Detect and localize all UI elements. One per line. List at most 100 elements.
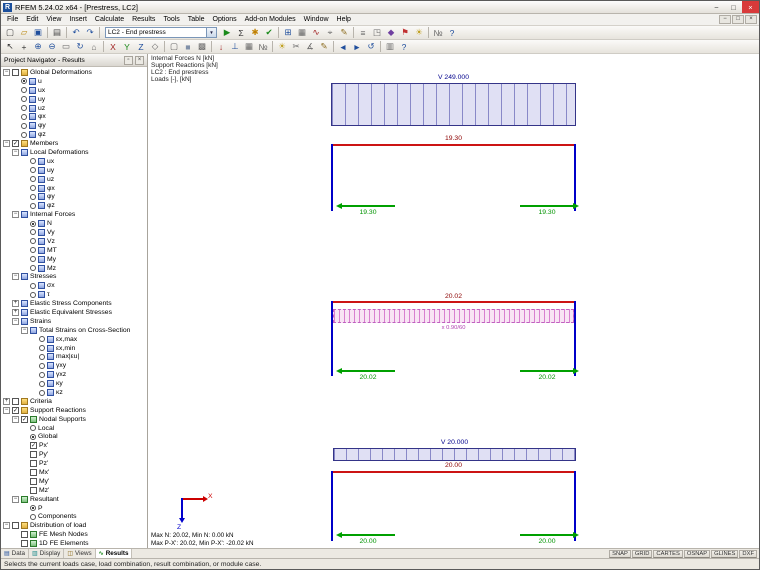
radio-z[interactable] — [39, 389, 45, 396]
tree-item-u[interactable]: u — [1, 77, 147, 86]
radio-xz[interactable] — [39, 371, 45, 378]
edit-icon[interactable]: ✎ — [337, 27, 351, 39]
annotate-icon[interactable]: ✎ — [317, 41, 331, 53]
radio-x-min[interactable] — [39, 345, 45, 352]
tree-item-criteria[interactable]: + Criteria — [1, 397, 147, 406]
checkbox-global-deformations[interactable] — [12, 68, 19, 76]
collapse-icon[interactable]: − — [3, 406, 10, 414]
tree-item-uy[interactable]: uy — [1, 166, 147, 175]
checkbox-mx[interactable] — [30, 469, 37, 477]
tree-item-x-max[interactable]: εx,max — [1, 335, 147, 344]
minimize-button[interactable]: − — [708, 1, 725, 13]
radio-max-u[interactable] — [39, 353, 45, 360]
tree-item-vz[interactable]: Vz — [1, 237, 147, 246]
open-icon[interactable]: ▱ — [17, 27, 31, 39]
checkbox-py[interactable] — [30, 451, 37, 459]
checkbox-1d-fe-elements[interactable] — [21, 540, 28, 548]
panel-toggle-icon[interactable]: ▥ — [383, 41, 397, 53]
checkbox-px[interactable]: ✓ — [30, 442, 37, 450]
collapse-icon[interactable]: − — [3, 68, 10, 76]
print-icon[interactable]: ▤ — [50, 27, 64, 39]
radio-vy[interactable] — [30, 229, 36, 236]
refresh-icon[interactable]: ↺ — [364, 41, 378, 53]
previous-view-icon[interactable]: ◄ — [336, 41, 350, 53]
tree-item-pz[interactable]: Pz' — [1, 459, 147, 468]
status-dxf-button[interactable]: DXF — [739, 549, 757, 558]
menu-window[interactable]: Window — [300, 16, 333, 23]
select-icon[interactable]: ↖ — [3, 41, 17, 53]
tree-item-xy[interactable]: γxy — [1, 361, 147, 370]
mdi-minimize-button[interactable]: − — [719, 15, 731, 24]
grid-icon[interactable]: ▦ — [295, 27, 309, 39]
menu-file[interactable]: File — [3, 16, 22, 23]
view-x-icon[interactable]: X — [106, 41, 120, 53]
drawing-area[interactable]: Internal Forces N [kN] Support Reactions… — [148, 54, 759, 548]
radio-x[interactable] — [30, 185, 36, 192]
tree-item-fe-mesh-nodes[interactable]: FE Mesh Nodes — [1, 530, 147, 539]
radio-xy[interactable] — [39, 362, 45, 369]
nav-tab-display[interactable]: ▥ Display — [29, 549, 65, 558]
display-icon[interactable]: ☀ — [412, 27, 426, 39]
checkbox-fe-mesh-nodes[interactable] — [21, 531, 28, 539]
nav-tab-views[interactable]: ◫ Views — [64, 549, 96, 558]
tree-item-mx[interactable]: Mx' — [1, 468, 147, 477]
radio-components[interactable] — [30, 513, 36, 520]
hidden-line-icon[interactable]: ▩ — [195, 41, 209, 53]
show-supports-icon[interactable]: ⊥ — [228, 41, 242, 53]
checkbox-pz[interactable] — [30, 460, 37, 468]
combobox-dropdown-icon[interactable]: ▼ — [206, 28, 216, 37]
tree-item-stresses[interactable]: − Stresses — [1, 272, 147, 281]
tree-item-uy[interactable]: uy — [1, 95, 147, 104]
snap-target-icon[interactable]: ⌖ — [323, 27, 337, 39]
radio-uy[interactable] — [30, 167, 36, 174]
tree-item-internal-forces[interactable]: − Internal Forces — [1, 210, 147, 219]
collapse-icon[interactable]: − — [12, 211, 19, 219]
tree-item-mz[interactable]: Mz' — [1, 486, 147, 495]
tree-item-max-u[interactable]: max|εu| — [1, 353, 147, 362]
tree-item-item[interactable]: τ — [1, 290, 147, 299]
tree-item-px[interactable]: ✓ Px' — [1, 441, 147, 450]
measure-icon[interactable]: ∡ — [303, 41, 317, 53]
radio-y[interactable] — [39, 380, 45, 387]
rotate-view-icon[interactable]: ↻ — [73, 41, 87, 53]
tree-item-resultant[interactable]: − Resultant — [1, 495, 147, 504]
checkbox-mz[interactable] — [30, 486, 37, 494]
tree-item-vy[interactable]: Vy — [1, 228, 147, 237]
collapse-icon[interactable]: − — [12, 415, 19, 423]
tree-item-local[interactable]: Local — [1, 424, 147, 433]
tables-icon[interactable]: ⊞ — [281, 27, 295, 39]
status-grid-button[interactable]: GRID — [631, 549, 653, 558]
tree-item-x-min[interactable]: εx,min — [1, 344, 147, 353]
menu-add-on-modules[interactable]: Add-on Modules — [241, 16, 300, 23]
home-view-icon[interactable]: ⌂ — [87, 41, 101, 53]
view-y-icon[interactable]: Y — [120, 41, 134, 53]
radio-y[interactable] — [30, 193, 36, 200]
tree-item-nodal-supports[interactable]: − ✓ Nodal Supports — [1, 415, 147, 424]
zoom-out-icon[interactable]: ⊖ — [45, 41, 59, 53]
checkbox-nodal-supports[interactable]: ✓ — [21, 415, 28, 423]
collapse-icon[interactable]: − — [12, 273, 19, 281]
go-calculate-icon[interactable]: ▶ — [220, 27, 234, 39]
tree-item-my[interactable]: My — [1, 255, 147, 264]
radio-my[interactable] — [30, 256, 36, 263]
radio-x-max[interactable] — [39, 336, 45, 343]
generate-icon[interactable]: ✱ — [248, 27, 262, 39]
menu-calculate[interactable]: Calculate — [91, 16, 128, 23]
tree-item-x[interactable]: φx — [1, 184, 147, 193]
collapse-icon[interactable]: − — [3, 522, 10, 530]
next-view-icon[interactable]: ► — [350, 41, 364, 53]
maximize-button[interactable]: □ — [725, 1, 742, 13]
menu-help[interactable]: Help — [333, 16, 355, 23]
tree-item-ux[interactable]: ux — [1, 86, 147, 95]
expand-icon[interactable]: + — [3, 397, 10, 405]
menu-insert[interactable]: Insert — [65, 16, 91, 23]
tree-item-distribution-of-load[interactable]: − Distribution of load — [1, 521, 147, 530]
checkbox-my[interactable] — [30, 477, 37, 485]
tree-item-y[interactable]: κy — [1, 379, 147, 388]
tree-item-n[interactable]: N — [1, 219, 147, 228]
radio-vz[interactable] — [30, 238, 36, 245]
help-icon[interactable]: ? — [445, 27, 459, 39]
radio-p[interactable] — [30, 505, 36, 512]
collapse-icon[interactable]: − — [21, 326, 28, 334]
status-snap-button[interactable]: SNAP — [609, 549, 631, 558]
